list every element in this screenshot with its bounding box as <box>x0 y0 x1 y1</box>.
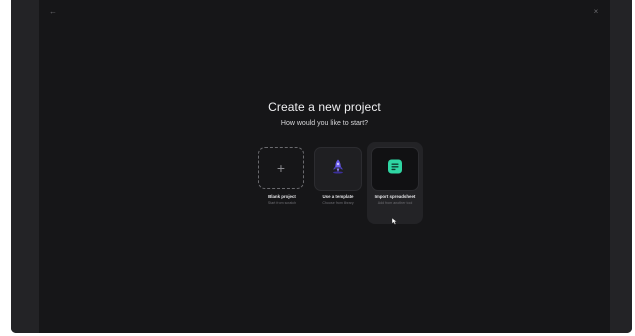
option-description: Add from another tool <box>377 201 413 205</box>
option-description: Start from scratch <box>267 201 297 205</box>
import-spreadsheet-option[interactable]: Import spreadsheet Add from another tool <box>367 142 423 225</box>
app-window: ← × Create a new project How would you l… <box>11 0 632 333</box>
rocket-icon <box>330 159 346 180</box>
new-project-screen: ← × Create a new project How would you l… <box>39 0 610 333</box>
right-gutter <box>610 0 632 333</box>
close-button[interactable]: × <box>590 6 602 18</box>
spreadsheet-icon <box>387 159 403 180</box>
option-label: Import spreadsheet <box>374 194 416 199</box>
blank-project-tile[interactable]: + <box>258 147 304 189</box>
use-template-option[interactable]: Use a template Choose from library <box>310 142 366 224</box>
import-tile[interactable] <box>371 147 419 191</box>
back-button[interactable]: ← <box>47 6 59 18</box>
left-gutter <box>11 0 39 333</box>
blank-project-option[interactable]: + Blank project Start from scratch <box>254 142 310 224</box>
page-subtitle: How would you like to start? <box>280 120 369 127</box>
back-arrow-icon: ← <box>49 7 57 16</box>
option-label: Use a template <box>322 194 354 199</box>
option-label: Blank project <box>268 194 296 199</box>
template-tile[interactable] <box>314 147 362 191</box>
close-icon: × <box>593 7 599 16</box>
plus-icon: + <box>276 160 286 176</box>
page-title: Create a new project <box>268 100 381 114</box>
pointer-cursor-icon <box>391 212 398 225</box>
option-description: Choose from library <box>322 201 354 205</box>
